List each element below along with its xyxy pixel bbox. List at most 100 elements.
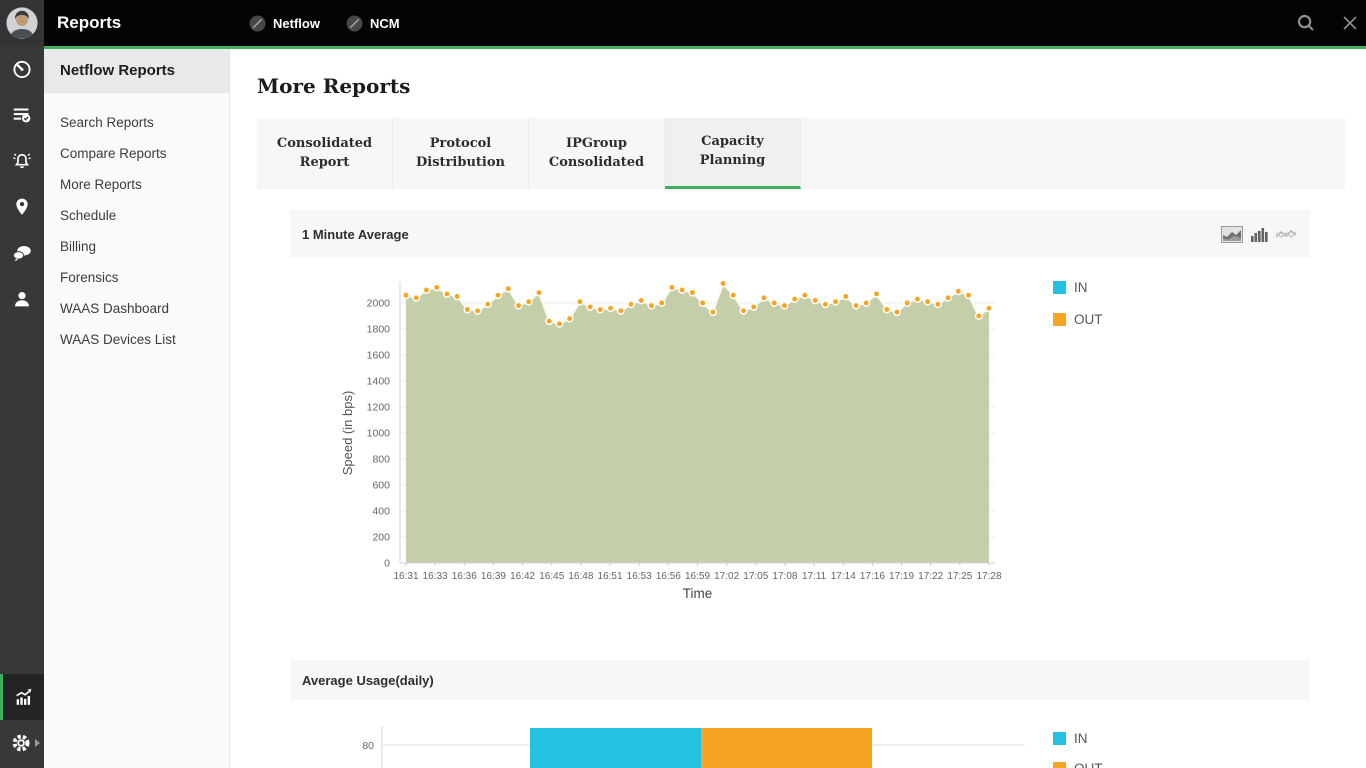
report-tabs: Consolidated Report Protocol Distributio… bbox=[257, 118, 1345, 189]
svg-text:17:19: 17:19 bbox=[889, 571, 914, 582]
legend-item-in[interactable]: IN bbox=[1053, 280, 1103, 295]
panel-title: Average Usage(daily) bbox=[302, 672, 434, 688]
legend-label: IN bbox=[1074, 280, 1088, 295]
legend-swatch-out bbox=[1053, 313, 1066, 326]
sidebar-item-search-reports[interactable]: Search Reports bbox=[44, 107, 229, 138]
module-nav: Netflow NCM bbox=[249, 0, 400, 46]
tab-protocol-distribution[interactable]: Protocol Distribution bbox=[393, 118, 529, 189]
svg-text:200: 200 bbox=[372, 532, 390, 544]
svg-text:17:11: 17:11 bbox=[802, 571, 827, 582]
area-chart-icon[interactable] bbox=[1221, 225, 1243, 243]
tab-consolidated-report[interactable]: Consolidated Report bbox=[257, 118, 393, 189]
svg-text:1800: 1800 bbox=[367, 324, 391, 336]
svg-text:17:16: 17:16 bbox=[860, 571, 885, 582]
accent-divider bbox=[44, 46, 1366, 49]
svg-text:17:05: 17:05 bbox=[743, 571, 768, 582]
legend-item-out[interactable]: OUT bbox=[1053, 761, 1103, 768]
svg-text:17:14: 17:14 bbox=[831, 571, 856, 582]
svg-text:1400: 1400 bbox=[367, 376, 391, 388]
svg-text:16:56: 16:56 bbox=[656, 571, 681, 582]
legend-swatch-in bbox=[1053, 281, 1066, 294]
search-icon[interactable] bbox=[1296, 13, 1316, 33]
chart-type-switcher bbox=[1221, 210, 1296, 258]
line-chart-icon[interactable] bbox=[1276, 228, 1296, 241]
svg-text:16:31: 16:31 bbox=[393, 571, 418, 582]
sidebar-item-more-reports[interactable]: More Reports bbox=[44, 169, 229, 200]
sidebar-item-billing[interactable]: Billing bbox=[44, 231, 229, 262]
tab-ipgroup-consolidated[interactable]: IPGroup Consolidated bbox=[529, 118, 665, 189]
topbar: Reports Netflow NCM bbox=[44, 0, 1366, 46]
person-icon bbox=[15, 292, 29, 307]
bar-chart-icon[interactable] bbox=[1251, 227, 1268, 242]
svg-text:17:22: 17:22 bbox=[918, 571, 943, 582]
svg-text:16:42: 16:42 bbox=[510, 571, 535, 582]
legend-item-in[interactable]: IN bbox=[1053, 731, 1103, 746]
average-usage-bar-chart[interactable]: 80 bbox=[290, 708, 1110, 768]
minute-average-area-chart[interactable]: 0 200 400 600 800 1000 1200 1400 1600 1800 2000 16:… bbox=[290, 262, 1070, 607]
legend-item-out[interactable]: OUT bbox=[1053, 312, 1103, 327]
sidebar-item-waas-devices-list[interactable]: WAAS Devices List bbox=[44, 324, 229, 355]
legend-swatch-out bbox=[1053, 762, 1066, 768]
svg-text:17:25: 17:25 bbox=[947, 571, 972, 582]
sidebar-item-forensics[interactable]: Forensics bbox=[44, 262, 229, 293]
legend-label: OUT bbox=[1074, 761, 1103, 768]
sidebar-item-compare-reports[interactable]: Compare Reports bbox=[44, 138, 229, 169]
chat-bubbles-icon bbox=[12, 246, 31, 262]
sidebar-title: Netflow Reports bbox=[44, 49, 229, 93]
svg-text:16:45: 16:45 bbox=[539, 571, 564, 582]
sidebar-item-dashboard[interactable] bbox=[0, 46, 44, 92]
svg-text:800: 800 bbox=[372, 454, 390, 466]
gauge-icon bbox=[13, 60, 31, 78]
avatar-image bbox=[6, 7, 38, 39]
sidebar-item-schedule[interactable]: Schedule bbox=[44, 200, 229, 231]
legend-label: OUT bbox=[1074, 312, 1103, 327]
sidebar-item-reports[interactable] bbox=[0, 92, 44, 138]
svg-text:17:08: 17:08 bbox=[772, 571, 797, 582]
avatar[interactable] bbox=[0, 0, 44, 46]
svg-text:1600: 1600 bbox=[367, 350, 391, 362]
svg-text:16:51: 16:51 bbox=[598, 571, 623, 582]
sidebar-item-settings[interactable] bbox=[0, 720, 44, 766]
sidebar-menu: Search Reports Compare Reports More Repo… bbox=[44, 93, 229, 355]
tab-capacity-planning[interactable]: Capacity Planning bbox=[665, 118, 801, 189]
svg-text:Speed (in bps): Speed (in bps) bbox=[340, 391, 355, 476]
topbar-right bbox=[1296, 0, 1358, 46]
gear-icon bbox=[12, 734, 30, 752]
app-window: Reports Netflow NCM Netflow Reports Sear… bbox=[0, 0, 1366, 768]
area-chart-legend: IN OUT bbox=[1053, 280, 1103, 344]
caret-right-icon bbox=[35, 739, 40, 747]
svg-text:0: 0 bbox=[384, 558, 390, 570]
nav-item-netflow[interactable]: Netflow bbox=[249, 15, 320, 32]
sidebar-item-waas-dashboard[interactable]: WAAS Dashboard bbox=[44, 293, 229, 324]
svg-text:Time: Time bbox=[683, 586, 713, 601]
alert-bell-icon bbox=[13, 153, 31, 169]
panel-minute-average: 1 Minute Average bbox=[290, 210, 1310, 258]
sidebar: Netflow Reports Search Reports Compare R… bbox=[44, 49, 230, 768]
trend-chart-icon bbox=[15, 688, 31, 705]
sidebar-item-maps[interactable] bbox=[0, 184, 44, 230]
legend-label: IN bbox=[1074, 731, 1088, 746]
report-list-icon bbox=[13, 108, 31, 123]
panel-title: 1 Minute Average bbox=[302, 226, 409, 242]
page-header-title: Reports bbox=[57, 13, 122, 32]
sidebar-item-analytics-active[interactable] bbox=[0, 674, 44, 720]
sidebar-item-chat[interactable] bbox=[0, 230, 44, 276]
svg-text:16:59: 16:59 bbox=[685, 571, 710, 582]
svg-text:1200: 1200 bbox=[367, 402, 391, 414]
legend-swatch-in bbox=[1053, 732, 1066, 745]
nav-item-ncm[interactable]: NCM bbox=[346, 15, 400, 32]
svg-text:80: 80 bbox=[362, 740, 374, 752]
sidebar-item-users[interactable] bbox=[0, 276, 44, 322]
svg-text:600: 600 bbox=[372, 480, 390, 492]
page-title: More Reports bbox=[257, 74, 411, 98]
close-icon[interactable] bbox=[1342, 15, 1358, 31]
sidebar-item-alarms[interactable] bbox=[0, 138, 44, 184]
bar-chart-legend: IN OUT bbox=[1053, 731, 1103, 768]
svg-text:17:02: 17:02 bbox=[714, 571, 739, 582]
module-slash-circle-icon bbox=[249, 15, 266, 31]
svg-text:17:28: 17:28 bbox=[976, 571, 1001, 582]
nav-label: NCM bbox=[369, 15, 400, 31]
svg-text:16:39: 16:39 bbox=[481, 571, 506, 582]
svg-text:16:53: 16:53 bbox=[627, 571, 652, 582]
svg-text:1000: 1000 bbox=[367, 428, 391, 440]
